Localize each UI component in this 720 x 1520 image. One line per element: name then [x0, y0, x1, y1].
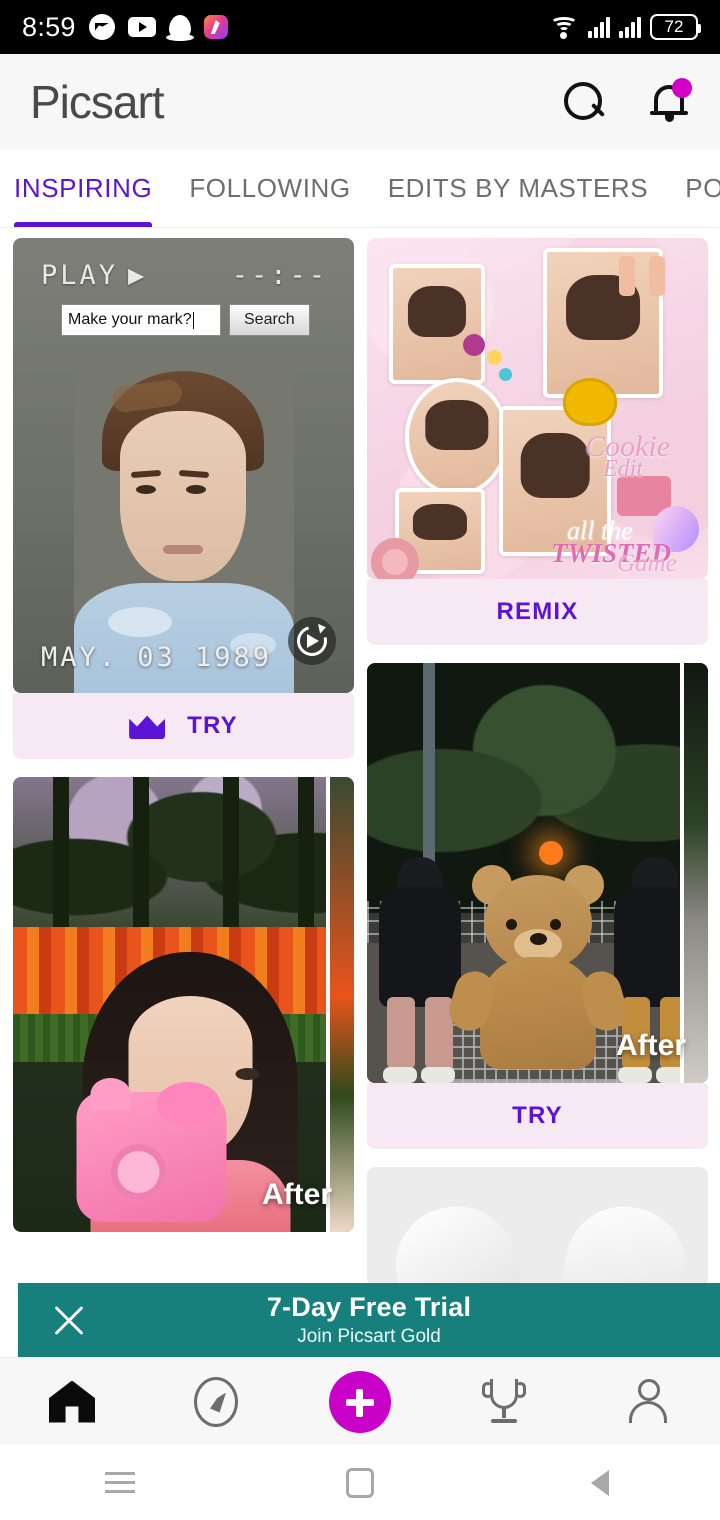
feed-card-retro[interactable]: PLAY ▶ --:-- Make your mark? Search MAY.… [13, 238, 354, 759]
try-button-label: TRY [512, 1102, 563, 1129]
feed-card-tulip[interactable]: After [13, 777, 354, 1232]
after-label: After [261, 1178, 332, 1211]
feed[interactable]: PLAY ▶ --:-- Make your mark? Search MAY.… [0, 228, 720, 1290]
nav-item-profile[interactable] [593, 1358, 703, 1446]
crown-icon [129, 715, 166, 739]
feed-tabs[interactable]: INSPIRING FOLLOWING EDITS BY MASTERS POP… [0, 150, 720, 228]
status-bar-left: 8:59 [22, 12, 228, 43]
status-time: 8:59 [22, 11, 76, 42]
nav-item-challenges[interactable] [449, 1358, 559, 1446]
wifi-icon [549, 15, 579, 39]
play-overlay: PLAY ▶ [41, 260, 147, 291]
app-header: Picsart [0, 54, 720, 150]
try-button[interactable]: TRY [367, 1083, 708, 1149]
feed-column-right: Cookie Edit all the TWISTED Game REMIX A… [367, 238, 708, 1290]
bottom-navigation[interactable] [0, 1357, 720, 1445]
person-left [373, 857, 465, 1083]
tab-inspiring[interactable]: INSPIRING [14, 150, 153, 227]
feed-column-left: PLAY ▶ --:-- Make your mark? Search MAY.… [13, 238, 354, 1250]
notification-dot [672, 78, 692, 98]
retro-video-media[interactable]: PLAY ▶ --:-- Make your mark? Search MAY.… [13, 238, 354, 693]
close-icon[interactable] [18, 1283, 114, 1357]
gold-promo-banner[interactable]: 7-Day Free Trial Join Picsart Gold [18, 1283, 720, 1357]
home-icon [49, 1380, 95, 1423]
collage-text-edit: Edit [603, 456, 643, 482]
remix-button-label: REMIX [496, 598, 579, 625]
snapchat-icon [165, 15, 194, 41]
timecode: --:-- [231, 260, 328, 291]
nav-item-discover[interactable] [161, 1358, 271, 1446]
trophy-icon [482, 1378, 526, 1425]
search-button[interactable]: Search [229, 304, 310, 336]
retro-search-row[interactable]: Make your mark? Search [61, 304, 310, 336]
after-label: After [615, 1029, 686, 1062]
picsart-logo: Picsart [30, 76, 165, 128]
android-recents-button[interactable] [60, 1445, 180, 1520]
feed-card-collage[interactable]: Cookie Edit all the TWISTED Game REMIX [367, 238, 708, 645]
collage-media[interactable]: Cookie Edit all the TWISTED Game [367, 238, 708, 579]
text-caret [192, 311, 194, 329]
search-input[interactable]: Make your mark? [61, 304, 221, 336]
try-button-label: TRY [187, 712, 238, 739]
android-back-button[interactable] [540, 1445, 660, 1520]
square-icon [346, 1467, 374, 1498]
play-triangle-icon: ▶ [128, 260, 148, 291]
search-icon[interactable] [564, 82, 604, 122]
notifications-button[interactable] [650, 78, 692, 123]
search-input-value: Make your mark? [68, 311, 192, 328]
banner-text: 7-Day Free Trial Join Picsart Gold [114, 1292, 720, 1348]
feed-card-bunny-partial[interactable] [367, 1167, 708, 1287]
android-home-button[interactable] [300, 1445, 420, 1520]
tab-popular-s[interactable]: POPULAR S [685, 150, 720, 227]
bell-clapper [665, 115, 674, 122]
bunny-media[interactable] [367, 1167, 708, 1287]
tab-following[interactable]: FOLLOWING [189, 150, 350, 227]
banner-subtitle: Join Picsart Gold [297, 1326, 441, 1347]
picsart-icon [203, 15, 228, 39]
before-image-slice [680, 663, 708, 1083]
teddy-bear [444, 865, 631, 1075]
status-bar-right: 72 [549, 14, 701, 40]
before-image-slice [326, 777, 354, 1232]
before-after-media-tulip[interactable]: After [13, 777, 354, 1232]
compass-icon [194, 1376, 238, 1427]
status-bar: 8:59 72 [0, 0, 720, 54]
date-stamp: MAY. 03 1989 [41, 642, 273, 673]
banner-title: 7-Day Free Trial [266, 1292, 472, 1322]
tab-edits-by-masters[interactable]: EDITS BY MASTERS [388, 150, 649, 227]
remix-button[interactable]: REMIX [367, 579, 708, 645]
menu-icon [105, 1471, 135, 1494]
play-label: PLAY [41, 260, 119, 291]
before-after-media-teddy[interactable]: After [367, 663, 708, 1083]
android-navigation-bar[interactable] [0, 1445, 720, 1520]
signal-icon-2 [619, 16, 641, 38]
try-button[interactable]: TRY [13, 693, 354, 759]
collage-text-game: Game [617, 550, 677, 577]
plus-icon [329, 1370, 391, 1433]
header-actions [564, 78, 692, 123]
battery-icon: 72 [650, 14, 701, 40]
back-triangle-icon [591, 1469, 609, 1496]
nav-item-home[interactable] [17, 1358, 127, 1446]
pink-camera-prop [76, 1078, 227, 1222]
signal-icon-1 [588, 16, 610, 38]
feed-card-teddy[interactable]: After TRY [367, 663, 708, 1149]
replay-icon[interactable] [288, 617, 336, 665]
person-icon [627, 1378, 669, 1425]
youtube-icon [127, 17, 156, 37]
messenger-icon [88, 14, 115, 40]
nav-item-create[interactable] [305, 1358, 415, 1446]
